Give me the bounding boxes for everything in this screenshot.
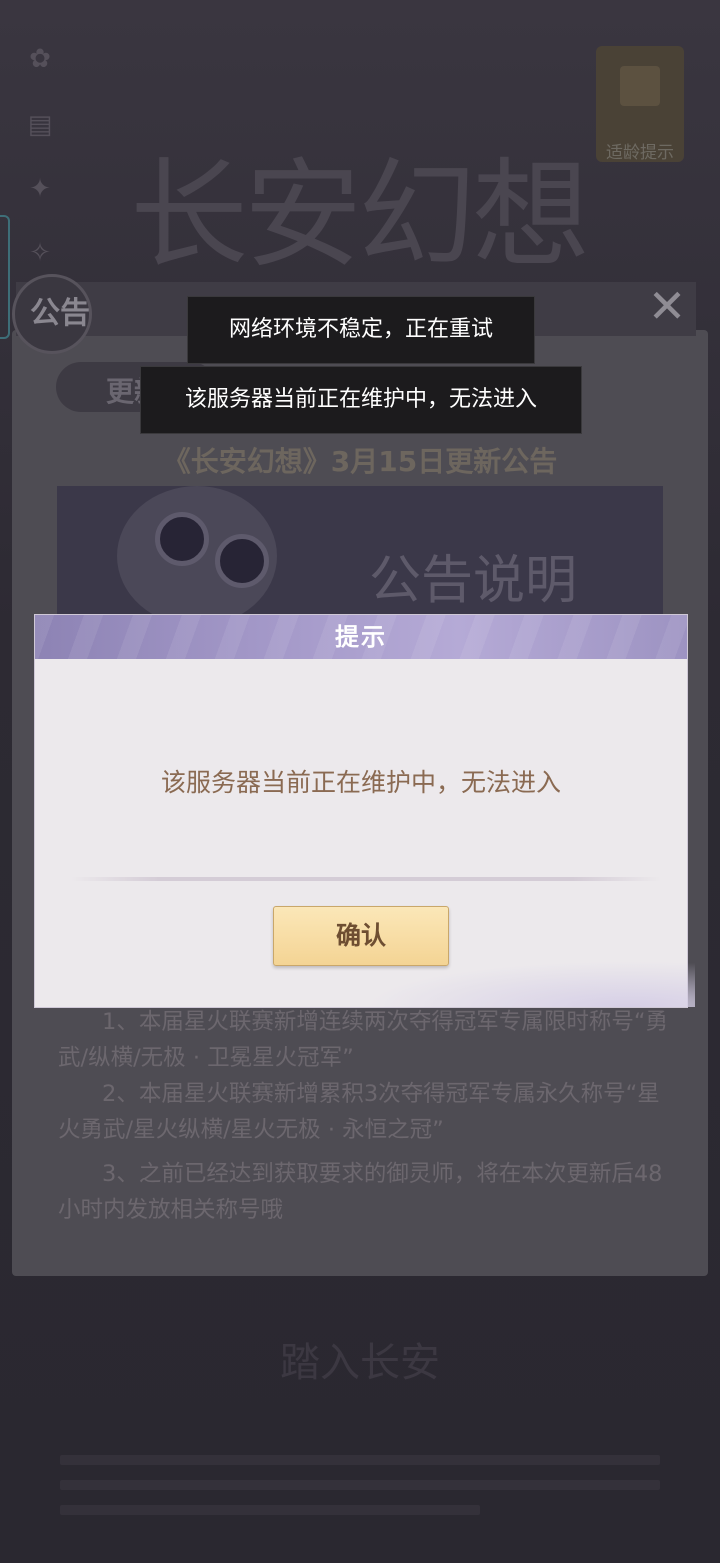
owl-eye xyxy=(155,512,209,566)
toast-network: 网络环境不稳定，正在重试 xyxy=(187,296,535,364)
notice-paragraph: 3、之前已经达到获取要求的御灵师，将在本次更新后48小时内发放相关称号哦 xyxy=(58,1161,663,1223)
settings-icon[interactable]: ✿ xyxy=(22,44,58,74)
owl-eye xyxy=(215,534,269,588)
notice-paragraph: 1、本届星火联赛新增连续两次夺得冠军专属限时称号“勇武/纵横/无极 · 卫冕星火… xyxy=(58,1009,668,1071)
banner-text: 公告说明 xyxy=(369,551,578,611)
notice-title: 公告 xyxy=(30,296,90,331)
close-icon[interactable]: ✕ xyxy=(640,282,694,330)
enter-game-button[interactable]: 踏入长安 xyxy=(0,1330,720,1388)
confirm-button[interactable]: 确认 xyxy=(273,906,449,966)
footer-text xyxy=(60,1455,660,1465)
footer-text xyxy=(60,1480,660,1490)
owl-mascot-image xyxy=(117,486,277,616)
dialog-message: 该服务器当前正在维护中，无法进入 xyxy=(160,768,561,797)
left-edge-tab[interactable] xyxy=(0,215,10,339)
notice-paragraph: 2、本届星火联赛新增累积3次夺得冠军专属永久称号“星火勇武/星火纵横/星火无极 … xyxy=(58,1081,660,1143)
toast-maintenance: 该服务器当前正在维护中，无法进入 xyxy=(140,366,582,434)
footer-text xyxy=(60,1505,480,1515)
account-icon[interactable]: ✦ xyxy=(22,174,58,204)
dialog-title: 提示 xyxy=(335,623,387,651)
dialog-decoration xyxy=(365,961,695,1007)
age-rating-badge[interactable]: 适龄提示 xyxy=(596,46,684,163)
notice-headline: 《长安幻想》3月15日更新公告 xyxy=(162,445,558,478)
menu-icon[interactable]: ▤ xyxy=(22,110,58,140)
notice-banner: 公告说明 xyxy=(57,486,663,616)
age-rating-icon xyxy=(620,66,660,106)
alert-dialog: 提示 该服务器当前正在维护中，无法进入 确认 xyxy=(34,614,695,1008)
game-logo: 长安幻想 xyxy=(130,146,590,284)
notice-icon[interactable]: ✧ xyxy=(22,238,58,268)
age-rating-label: 适龄提示 xyxy=(606,143,674,163)
divider xyxy=(71,877,661,881)
